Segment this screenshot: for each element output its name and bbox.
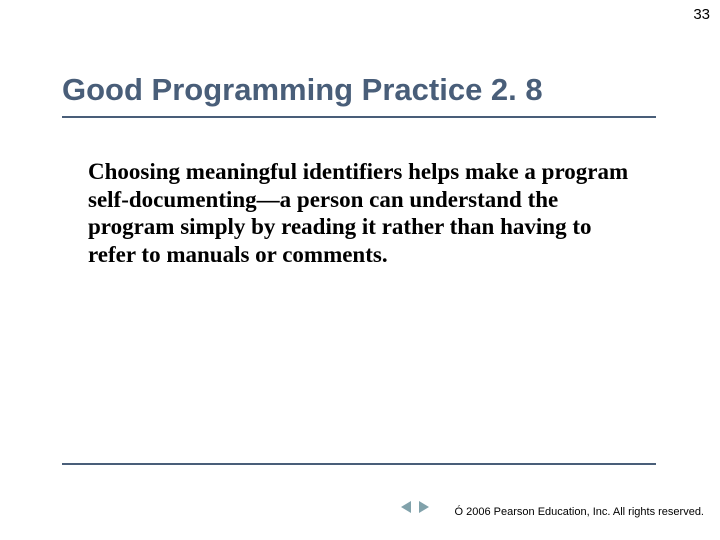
slide-title: Good Programming Practice 2. 8 — [62, 72, 543, 108]
next-slide-button[interactable] — [416, 500, 432, 514]
nav-arrows — [398, 500, 432, 514]
copyright-label: 2006 Pearson Education, Inc. All rights … — [463, 506, 704, 518]
copyright-text: Ó 2006 Pearson Education, Inc. All right… — [455, 506, 704, 518]
arrow-right-icon — [419, 501, 429, 513]
page-number: 33 — [693, 6, 710, 23]
bottom-rule — [62, 463, 656, 465]
arrow-left-icon — [401, 501, 411, 513]
copyright-symbol: Ó — [455, 506, 464, 518]
title-underline — [62, 116, 656, 118]
prev-slide-button[interactable] — [398, 500, 414, 514]
slide-body-text: Choosing meaningful identifiers helps ma… — [88, 158, 636, 268]
